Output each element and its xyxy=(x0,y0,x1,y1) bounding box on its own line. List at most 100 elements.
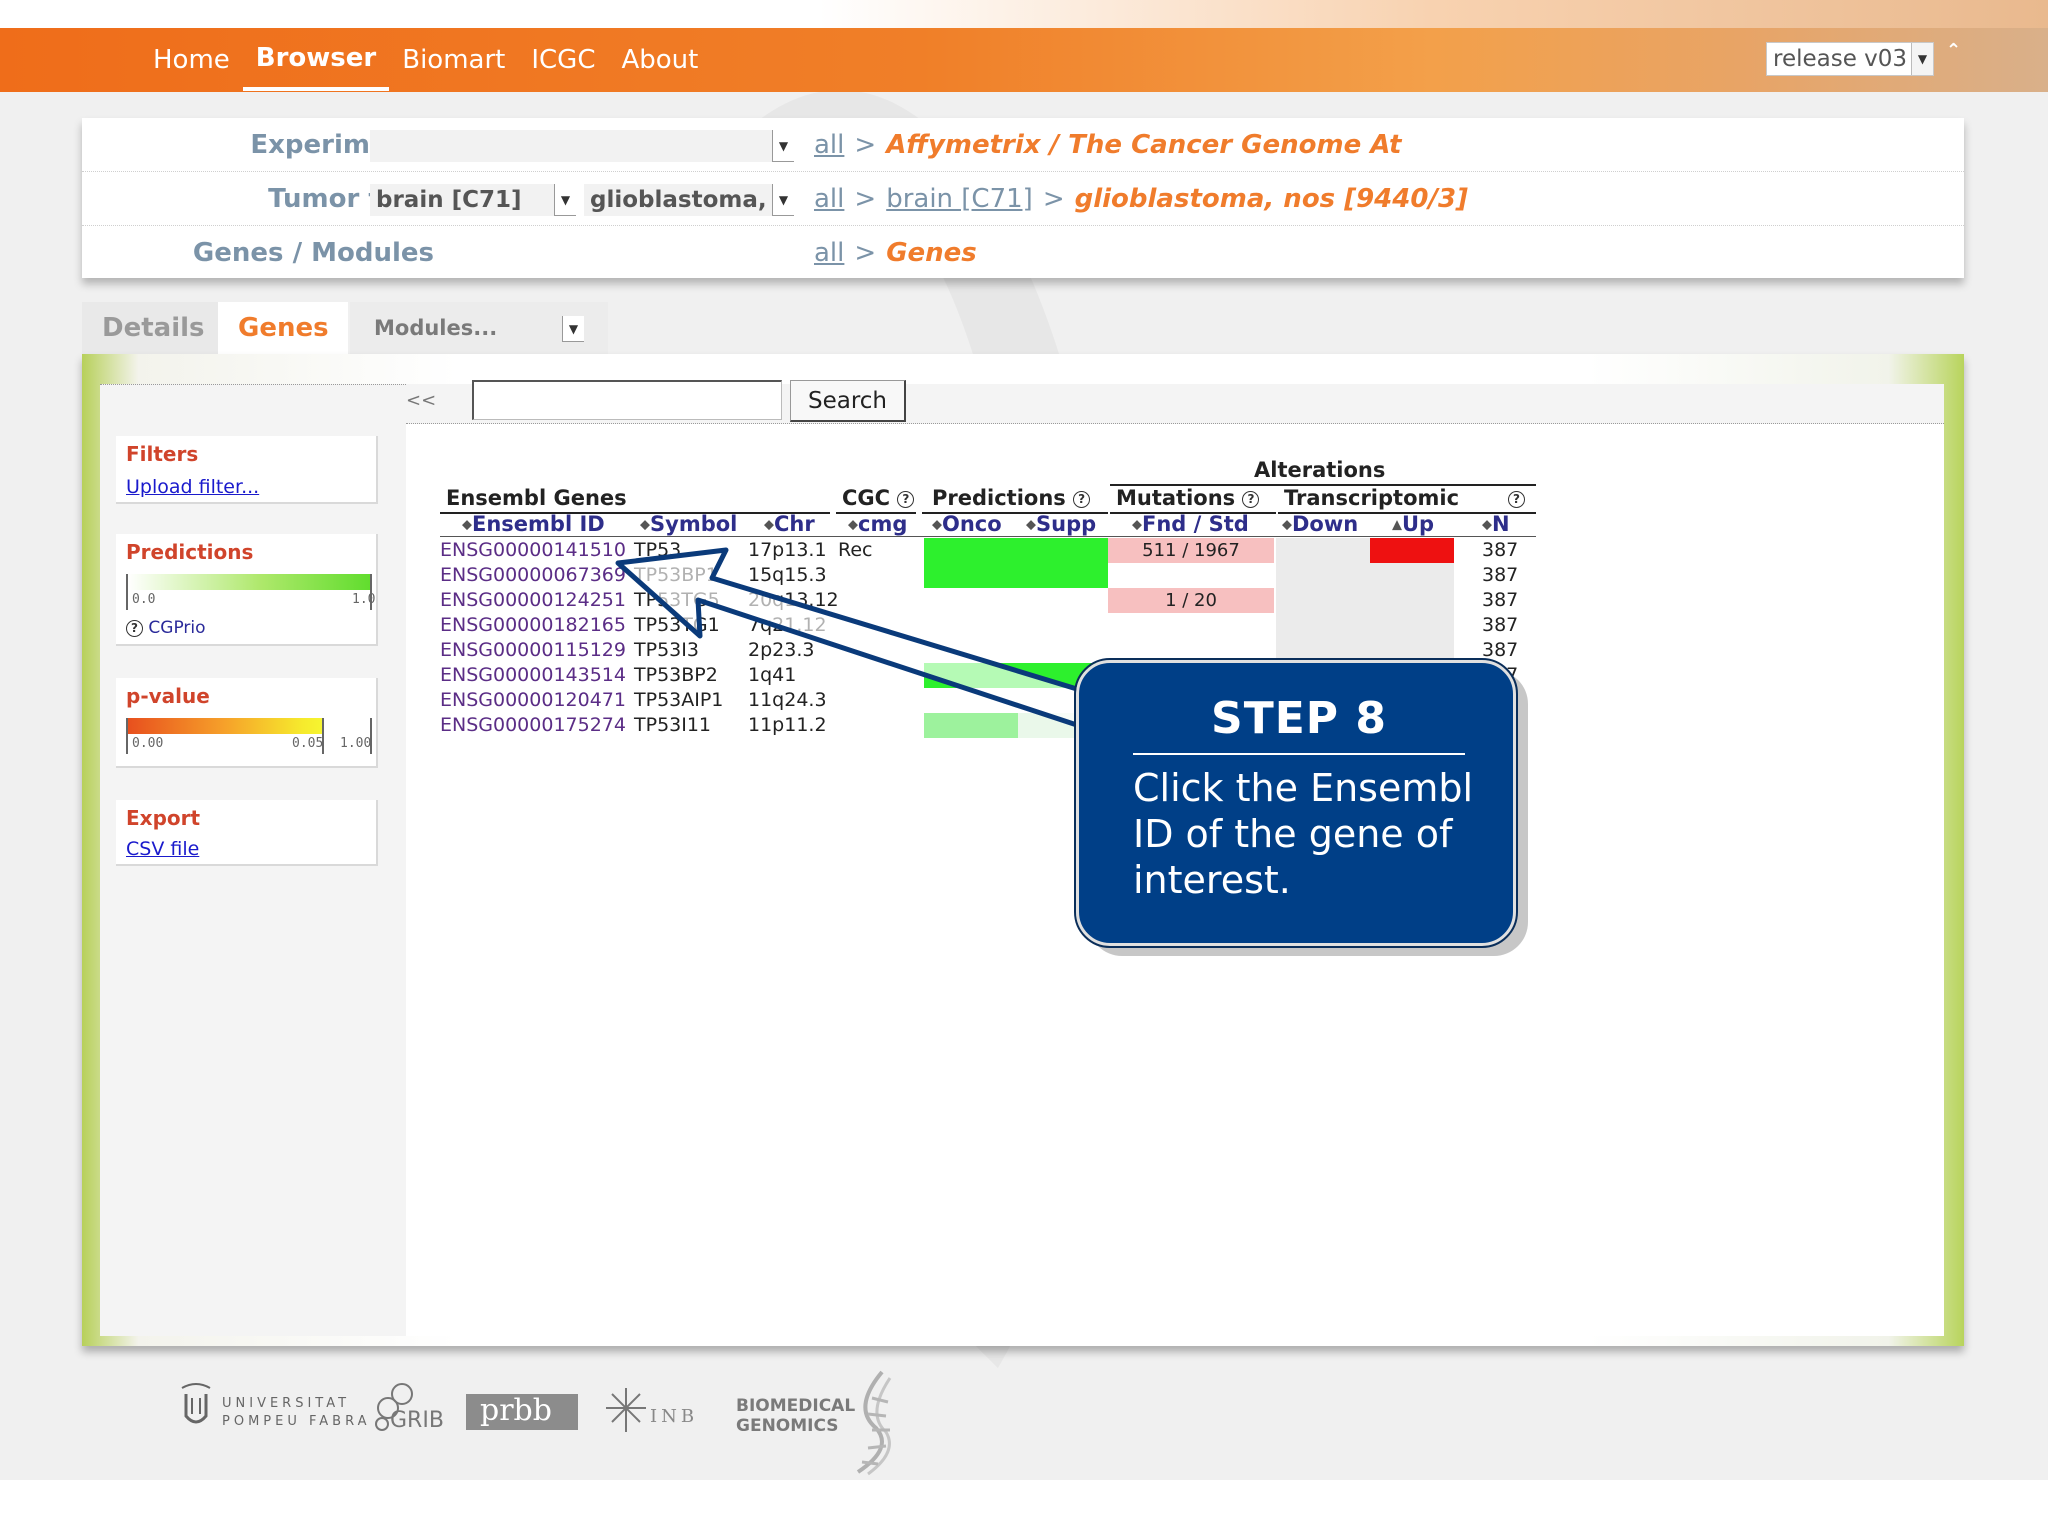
biomedical-genomics-logo[interactable]: BIOMEDICAL GENOMICS xyxy=(736,1370,892,1476)
tumor-type-row: Tumor type brain [C71] ▼ glioblastoma, n… xyxy=(82,172,1964,226)
upf-shield-icon xyxy=(181,1383,211,1424)
chevron-down-icon: ▼ xyxy=(554,184,576,216)
tumor-type-breadcrumb: all > brain [C71] > glioblastoma, nos [9440/… xyxy=(814,172,1468,226)
ensembl-id-link[interactable]: ENSG00000182165 xyxy=(440,613,626,638)
callout-title: STEP 8 xyxy=(1211,693,1387,744)
col-n[interactable]: ◆N xyxy=(1482,512,1510,536)
transcriptomic-heat-cell xyxy=(1276,563,1454,588)
predictions-scale xyxy=(126,574,372,590)
tumor-site-value: brain [C71] xyxy=(376,187,522,213)
release-select[interactable]: release v03 ▼ xyxy=(1766,42,1934,76)
ensembl-genes-header: Ensembl Genes xyxy=(446,486,627,510)
tumor-histology-value: glioblastoma, nos xyxy=(590,187,794,213)
release-value: release v03 xyxy=(1773,46,1908,72)
top-nav-bar: Home Browser Biomart ICGC About release … xyxy=(0,0,2048,92)
ensembl-id-link[interactable]: ENSG00000067369 xyxy=(440,563,626,588)
prbb-text: prbb xyxy=(480,1393,552,1428)
breadcrumb-all-link[interactable]: all xyxy=(814,184,844,214)
col-onco[interactable]: ◆Onco xyxy=(932,512,1002,536)
inb-star-icon xyxy=(606,1388,646,1432)
breadcrumb-all-link[interactable]: all xyxy=(814,238,844,268)
chr-cell: 7q21.12 xyxy=(748,614,827,636)
dna-helix-icon xyxy=(856,1370,892,1476)
search-button[interactable]: Search xyxy=(790,380,906,422)
help-icon[interactable]: ? xyxy=(126,619,143,637)
prediction-heat-cell xyxy=(1018,713,1078,738)
cgc-header: CGC ? xyxy=(842,486,915,510)
col-n-label: N xyxy=(1492,512,1510,536)
mutations-header: Mutations ? xyxy=(1116,486,1260,510)
csv-file-link[interactable]: CSV file xyxy=(126,838,199,860)
symbol-cell: TP53I3 xyxy=(634,639,699,661)
sort-icon: ◆ xyxy=(1282,517,1292,533)
upload-filter-link[interactable]: Upload filter... xyxy=(126,476,259,498)
col-cmg[interactable]: ◆cmg xyxy=(848,512,907,536)
help-icon[interactable]: ? xyxy=(1073,490,1091,508)
grib-text: GRIB xyxy=(390,1408,444,1433)
pvalue-label-2: 1.00 xyxy=(340,736,372,751)
breadcrumb-brain-link[interactable]: brain [C71] xyxy=(886,184,1033,214)
genes-modules-label: Genes / Modules xyxy=(192,238,434,268)
nav-about[interactable]: About xyxy=(608,28,711,92)
nav-browser[interactable]: Browser xyxy=(242,29,390,91)
nav-icgc[interactable]: ICGC xyxy=(518,28,608,92)
col-fnd-std-label: Fnd / Std xyxy=(1142,512,1249,536)
prediction-heat-cell xyxy=(924,538,1108,563)
ensembl-id-link[interactable]: ENSG00000143514 xyxy=(440,663,626,688)
collapse-up-icon[interactable]: ⌃ xyxy=(1946,40,1961,61)
n-cell: 387 xyxy=(1482,539,1519,561)
experiments-select[interactable]: ▼ xyxy=(370,130,794,162)
collapse-sidebar-button[interactable]: << xyxy=(406,390,436,411)
col-supp-label: Supp xyxy=(1036,512,1097,536)
transcriptomic-header: Transcriptomic xyxy=(1284,486,1460,510)
transcriptomic-heat-cell xyxy=(1276,588,1454,613)
help-icon[interactable]: ? xyxy=(1242,490,1260,508)
selection-panel: Experiments ▼ all > Affymetrix / The Cance… xyxy=(82,118,1964,278)
tab-modules[interactable]: Modules... ▼ xyxy=(350,302,608,354)
col-supp[interactable]: ◆Supp xyxy=(1026,512,1096,536)
chevron-down-icon: ▼ xyxy=(772,184,794,216)
tab-genes[interactable]: Genes xyxy=(218,302,348,358)
tumor-histology-select[interactable]: glioblastoma, nos ▼ xyxy=(584,184,794,216)
sort-icon: ◆ xyxy=(1482,517,1492,533)
help-icon[interactable]: ? xyxy=(1508,490,1525,508)
callout-text: Click the Ensembl ID of the gene of inte… xyxy=(1133,766,1474,902)
filters-card: Filters Upload filter... xyxy=(116,436,378,504)
col-ensembl-id[interactable]: ◆Ensembl ID xyxy=(462,512,605,536)
col-down[interactable]: ◆Down xyxy=(1282,512,1358,536)
sort-asc-icon: ▲ xyxy=(1392,517,1402,533)
col-chr[interactable]: ◆Chr xyxy=(764,512,815,536)
breadcrumb-current: Genes xyxy=(886,238,977,268)
sort-icon: ◆ xyxy=(640,517,650,533)
table-row: 1 / 20 ENSG00000124251 TP53TG5 20q13.12 … xyxy=(440,588,1540,613)
callout-divider xyxy=(1133,753,1465,755)
ensembl-id-link[interactable]: ENSG00000141510 xyxy=(440,538,626,563)
chr-cell: 17p13.1 xyxy=(748,539,827,561)
search-input[interactable] xyxy=(472,380,782,420)
transcriptomic-help: ? xyxy=(1508,486,1525,510)
ensembl-id-link[interactable]: ENSG00000115129 xyxy=(440,638,626,663)
tab-details[interactable]: Details xyxy=(82,302,218,354)
cgprio-link[interactable]: ? CGPrio xyxy=(126,618,206,638)
sort-icon: ◆ xyxy=(1132,517,1142,533)
help-icon[interactable]: ? xyxy=(897,490,915,508)
nav-biomart[interactable]: Biomart xyxy=(389,28,518,92)
col-symbol[interactable]: ◆Symbol xyxy=(640,512,737,536)
cgc-cell: Rec xyxy=(838,539,873,561)
nav-home[interactable]: Home xyxy=(140,28,243,92)
ensembl-id-link[interactable]: ENSG00000124251 xyxy=(440,588,626,613)
chr-cell: 11p11.2 xyxy=(748,714,827,736)
ensembl-id-link[interactable]: ENSG00000175274 xyxy=(440,713,626,738)
col-up[interactable]: ▲Up xyxy=(1392,512,1434,536)
export-title: Export xyxy=(126,806,201,830)
chevron-down-icon: ▼ xyxy=(562,316,584,342)
screen: Home Browser Biomart ICGC About release … xyxy=(0,0,2048,1536)
breadcrumb-all-link[interactable]: all xyxy=(814,130,844,160)
ensembl-id-link[interactable]: ENSG00000120471 xyxy=(440,688,626,713)
symbol-cell: TP53TG1 xyxy=(634,614,720,636)
prbb-logo[interactable]: prbb xyxy=(466,1394,578,1430)
sort-icon: ◆ xyxy=(764,517,774,533)
col-fnd-std[interactable]: ◆Fnd / Std xyxy=(1132,512,1249,536)
tumor-site-select[interactable]: brain [C71] ▼ xyxy=(370,184,576,216)
pvalue-label-0: 0.00 xyxy=(132,736,164,751)
